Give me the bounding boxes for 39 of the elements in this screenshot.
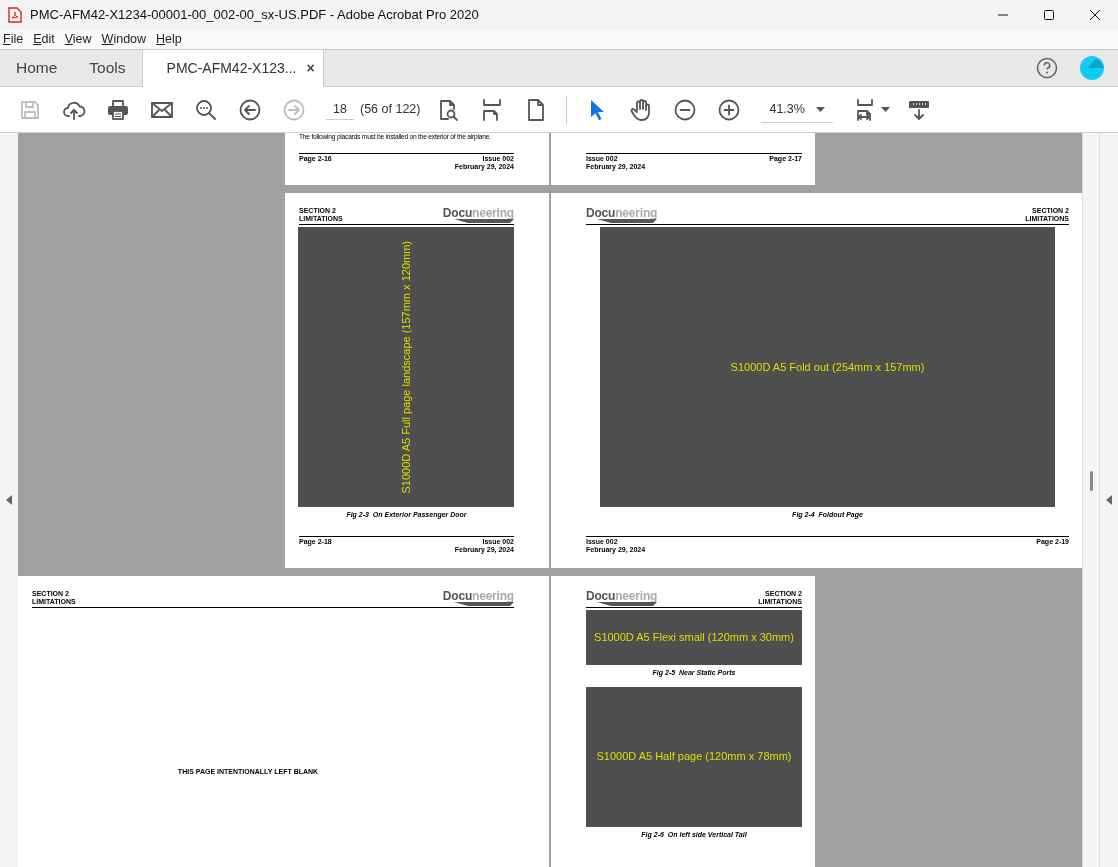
scrollbar-thumb[interactable]: [1089, 471, 1093, 491]
figure-label: S1000D A5 Half page (120mm x 78mm): [596, 749, 792, 765]
nav-tab[interactable]: Home: [0, 50, 74, 86]
pdf-file-icon: [8, 7, 22, 23]
page-number-field[interactable]: 18: [326, 98, 354, 121]
expand-left-pane-icon[interactable]: [6, 495, 12, 505]
menu-item[interactable]: Help: [153, 30, 186, 49]
search-icon: [194, 97, 218, 122]
logo-swoosh-icon: [454, 602, 514, 606]
logo-text: Docuneering: [586, 591, 658, 602]
zoom-out-icon: [673, 97, 698, 122]
logo-text: Docuneering: [442, 591, 514, 602]
figure-label: S1000D A5 Full page landscape (157mm x 120mm): [398, 240, 413, 494]
menu-item[interactable]: Window: [98, 30, 151, 49]
logo-text: Docuneering: [442, 208, 514, 219]
logo-swoosh-icon: [597, 602, 658, 606]
zoom-in-icon: [717, 97, 742, 122]
logo-swoosh-icon: [454, 219, 514, 223]
logo-text: Docuneering: [586, 208, 658, 219]
document-tab[interactable]: PMC-AFM42-X123... ×: [141, 50, 324, 87]
printer-icon: [106, 97, 130, 122]
help-icon[interactable]: [1036, 57, 1058, 79]
figure-label: S1000D A5 Flexi small (120mm x 30mm): [594, 630, 794, 646]
zoom-field[interactable]: 41.3%: [761, 96, 834, 123]
menu-item[interactable]: Edit: [30, 30, 59, 49]
figure-label: S1000D A5 Fold out (254mm x 157mm): [730, 359, 925, 375]
previous-page-icon: [238, 97, 262, 122]
tab-close-button[interactable]: ×: [306, 58, 315, 79]
logo-swoosh-icon: [597, 219, 658, 223]
tab-label: PMC-AFM42-X123...: [166, 59, 297, 78]
menu-item[interactable]: File: [0, 30, 28, 49]
next-page-icon: [282, 97, 306, 122]
page-count: (56 of 122): [360, 101, 421, 119]
menu-item[interactable]: View: [61, 30, 96, 49]
window-title: PMC-AFM42-X1234-00001-00_002-00_sx-US.PDF - Adobe Acrobat Pro 2020: [30, 6, 479, 25]
caret-icon[interactable]: [816, 106, 826, 112]
caret-icon: [880, 107, 890, 112]
expand-right-pane-icon[interactable]: [1106, 495, 1112, 505]
nav-tab[interactable]: Tools: [73, 50, 142, 86]
